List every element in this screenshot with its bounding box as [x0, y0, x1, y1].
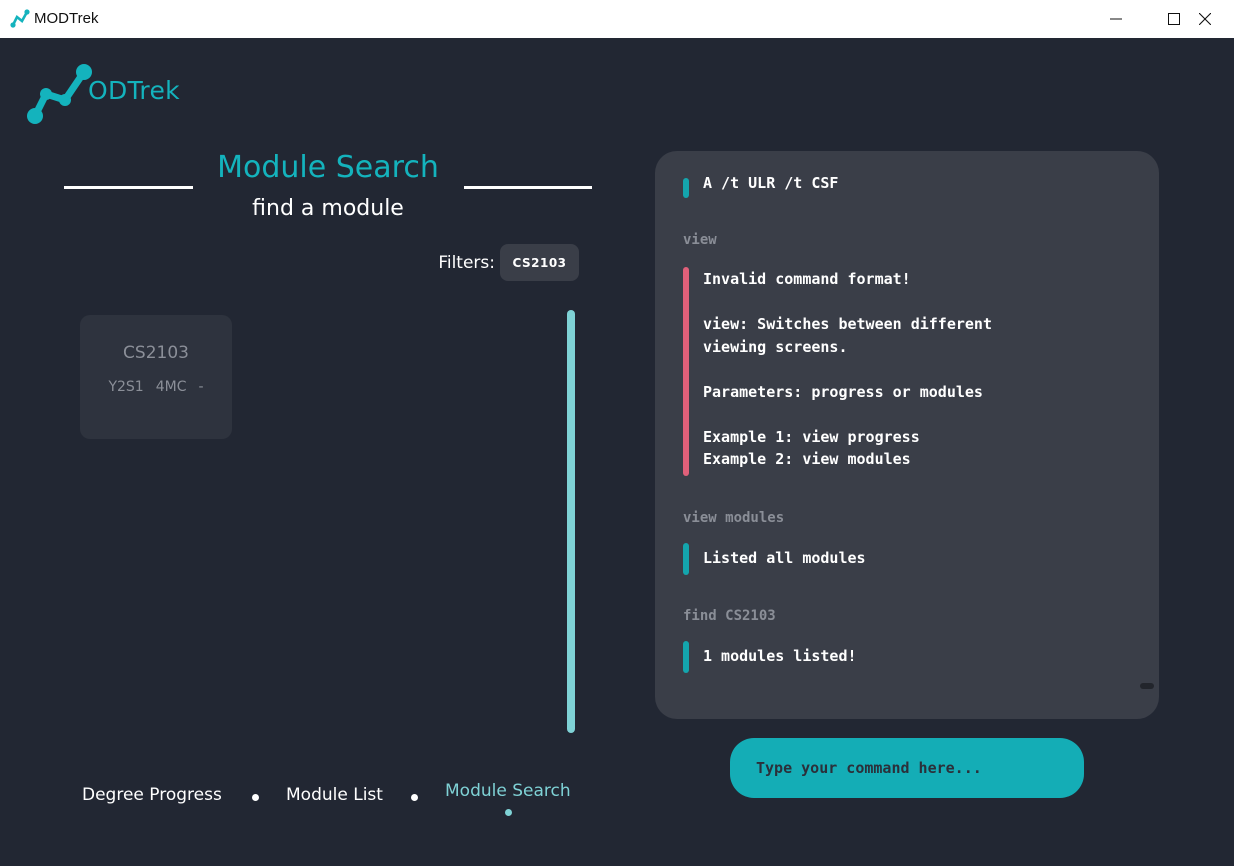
- error-indicator: [683, 267, 689, 476]
- console-scrollbar[interactable]: [1140, 683, 1154, 689]
- command-input[interactable]: [730, 738, 1084, 798]
- nav-degree-progress[interactable]: Degree Progress: [82, 785, 222, 805]
- error-message: Invalid command format! view: Switches b…: [703, 270, 992, 468]
- success-indicator: [683, 543, 689, 575]
- module-list-scrollbar[interactable]: [567, 310, 575, 733]
- nav-separator-dot: [252, 794, 259, 801]
- nav-separator-dot: [411, 794, 418, 801]
- command-history-panel: A /t ULR /t CSF view Invalid command for…: [655, 151, 1159, 719]
- app-logo-icon: [10, 9, 30, 33]
- modtrek-logo-icon: [24, 62, 96, 130]
- result-message: 1 modules listed!: [703, 647, 857, 665]
- module-code: CS2103: [123, 343, 189, 363]
- nav-active-indicator: [505, 809, 512, 816]
- module-grade: -: [198, 379, 204, 395]
- success-indicator: [683, 178, 689, 198]
- app-root: ODTrek Module Search find a module Filte…: [0, 38, 1234, 866]
- command-echo: find CS2103: [683, 608, 776, 624]
- title-divider-right: [464, 186, 592, 189]
- window-title-bar: MODTrek: [0, 0, 1234, 39]
- success-indicator: [683, 641, 689, 673]
- nav-module-list[interactable]: Module List: [286, 785, 383, 805]
- command-echo: view: [683, 232, 717, 248]
- logo-text: ODTrek: [88, 76, 180, 105]
- command-echo: view modules: [683, 510, 785, 526]
- close-button[interactable]: [1176, 0, 1234, 38]
- module-credits: 4MC: [155, 379, 187, 395]
- filter-chip[interactable]: CS2103: [500, 244, 579, 281]
- title-divider-left: [64, 186, 193, 189]
- nav-module-search[interactable]: Module Search: [445, 781, 571, 801]
- module-card[interactable]: CS2103 Y2S1 4MC -: [80, 315, 232, 439]
- result-message: A /t ULR /t CSF: [703, 174, 839, 192]
- result-message: Listed all modules: [703, 549, 866, 567]
- minimize-button[interactable]: [1087, 0, 1145, 38]
- module-meta: Y2S1 4MC -: [80, 379, 232, 395]
- module-year-sem: Y2S1: [108, 379, 144, 395]
- window-title: MODTrek: [34, 10, 99, 27]
- filters-label: Filters:: [438, 253, 495, 273]
- page-subtitle: find a module: [252, 196, 404, 221]
- page-title: Module Search: [217, 150, 439, 185]
